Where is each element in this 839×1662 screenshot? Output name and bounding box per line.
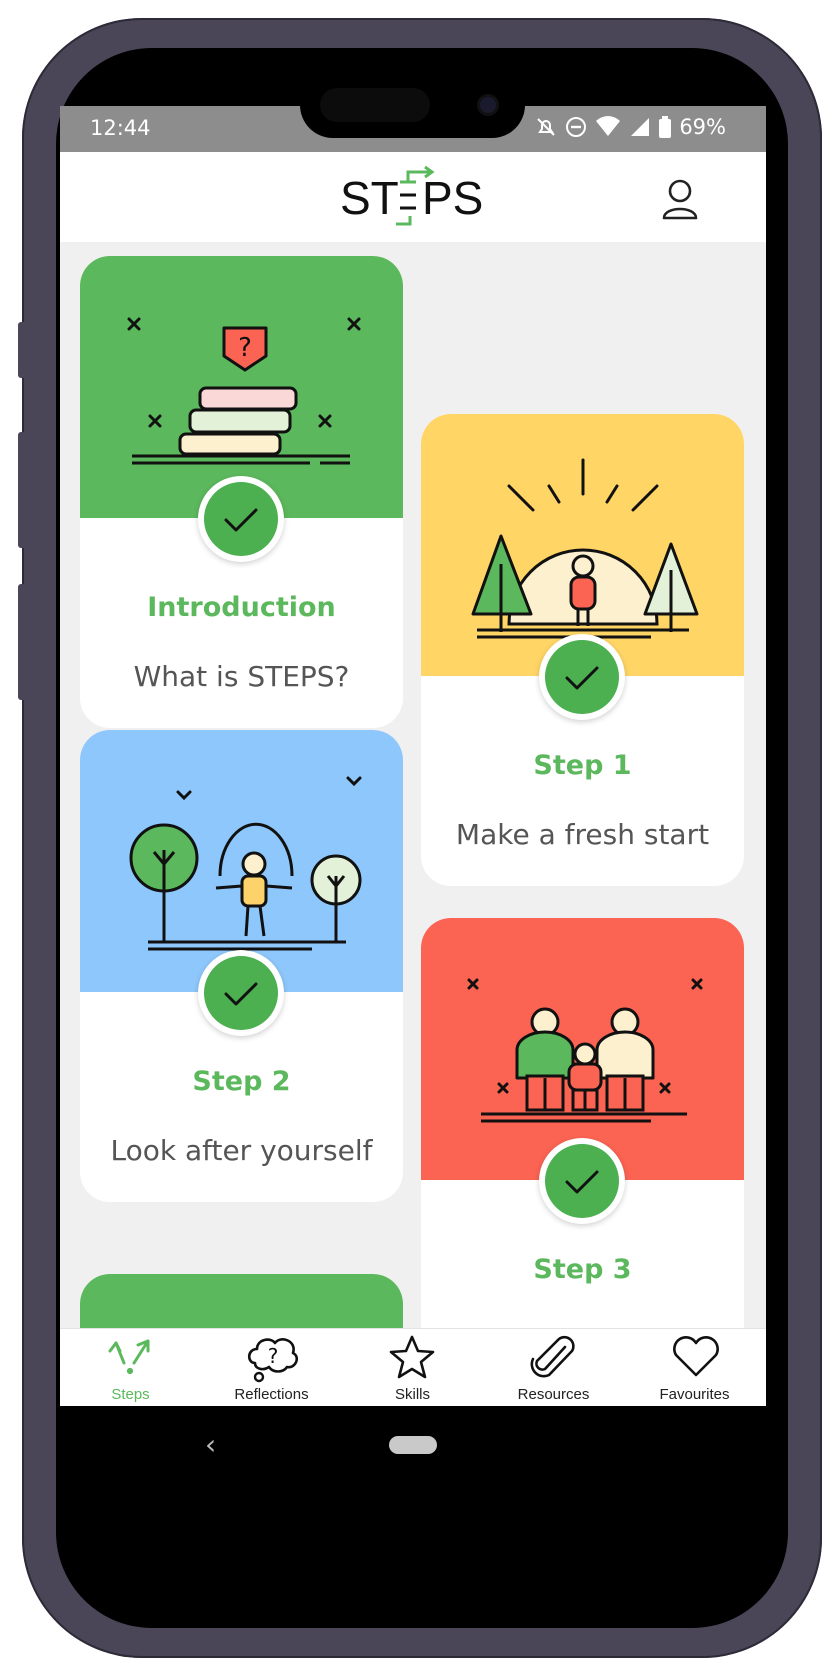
- svg-text:?: ?: [238, 333, 252, 363]
- star-icon: [389, 1335, 435, 1379]
- bottom-navigation: Steps ? Reflections Skills Resources Fav…: [60, 1328, 766, 1407]
- back-icon[interactable]: ‹: [205, 1428, 216, 1461]
- completed-check-icon: [539, 634, 625, 720]
- nav-label: Skills: [394, 1386, 430, 1403]
- nav-label: Reflections: [234, 1386, 309, 1403]
- home-pill[interactable]: [389, 1436, 437, 1454]
- heart-icon: [673, 1336, 719, 1377]
- do-not-disturb-icon: [566, 117, 587, 137]
- battery-icon: [659, 116, 672, 138]
- card-step-4[interactable]: [80, 1274, 403, 1328]
- card-title: Step 1: [533, 750, 632, 781]
- card-subtitle: Look after yourself: [110, 1134, 373, 1167]
- dynamic-island: [300, 72, 525, 138]
- system-navigation-bar: ‹: [60, 1406, 766, 1488]
- completed-check-icon: [539, 1138, 625, 1224]
- steps-logo: ST PS: [340, 165, 483, 226]
- card-subtitle: What is STEPS?: [133, 660, 350, 693]
- wifi-icon: [596, 116, 621, 136]
- app-header: ST PS: [60, 152, 766, 242]
- nav-label: Steps: [111, 1386, 150, 1403]
- status-icons: 69%: [535, 115, 726, 139]
- card-title: Introduction: [147, 592, 336, 623]
- card-step-3[interactable]: Step 3: [421, 918, 744, 1328]
- bell-off-icon: [537, 118, 556, 136]
- nav-label: Resources: [517, 1386, 590, 1403]
- status-time: 12:44: [90, 116, 151, 140]
- volume-down-button: [18, 584, 26, 700]
- card-title: Step 2: [192, 1066, 291, 1097]
- card-introduction[interactable]: ? Introduction What is STEPS?: [80, 256, 403, 728]
- nav-label: Favourites: [659, 1386, 730, 1403]
- nav-favourites[interactable]: Favourites: [624, 1329, 765, 1407]
- front-camera-icon: [480, 97, 496, 113]
- completed-check-icon: [198, 476, 284, 562]
- steps-grid: ? Introduction What is STEPS? Step 1 Mak…: [60, 242, 766, 1328]
- card-subtitle: Make a fresh start: [455, 818, 710, 851]
- app-screen: 12:44 69% ST PS ? Introduction What is S…: [60, 106, 766, 1488]
- battery-percent: 69%: [679, 115, 726, 139]
- profile-user-icon[interactable]: [660, 178, 700, 222]
- steps-arrows-icon: [108, 1339, 150, 1375]
- svg-text:PS: PS: [422, 172, 483, 224]
- nav-resources[interactable]: Resources: [483, 1329, 624, 1407]
- card-title: Step 3: [533, 1254, 632, 1285]
- volume-up-button: [18, 432, 26, 548]
- card-step-1[interactable]: Step 1 Make a fresh start: [421, 414, 744, 886]
- thought-bubble-icon: ?: [247, 1338, 299, 1383]
- nav-steps[interactable]: Steps: [60, 1329, 201, 1407]
- svg-text:ST: ST: [340, 172, 399, 224]
- nav-skills[interactable]: Skills: [342, 1329, 483, 1407]
- card-step-2[interactable]: Step 2 Look after yourself: [80, 730, 403, 1202]
- completed-check-icon: [198, 950, 284, 1036]
- svg-text:?: ?: [268, 1344, 279, 1368]
- signal-icon: [631, 118, 650, 136]
- nav-reflections[interactable]: ? Reflections: [201, 1329, 342, 1407]
- mute-switch: [18, 322, 26, 378]
- paperclip-icon: [530, 1335, 575, 1378]
- step-4-illustration: [80, 1274, 403, 1328]
